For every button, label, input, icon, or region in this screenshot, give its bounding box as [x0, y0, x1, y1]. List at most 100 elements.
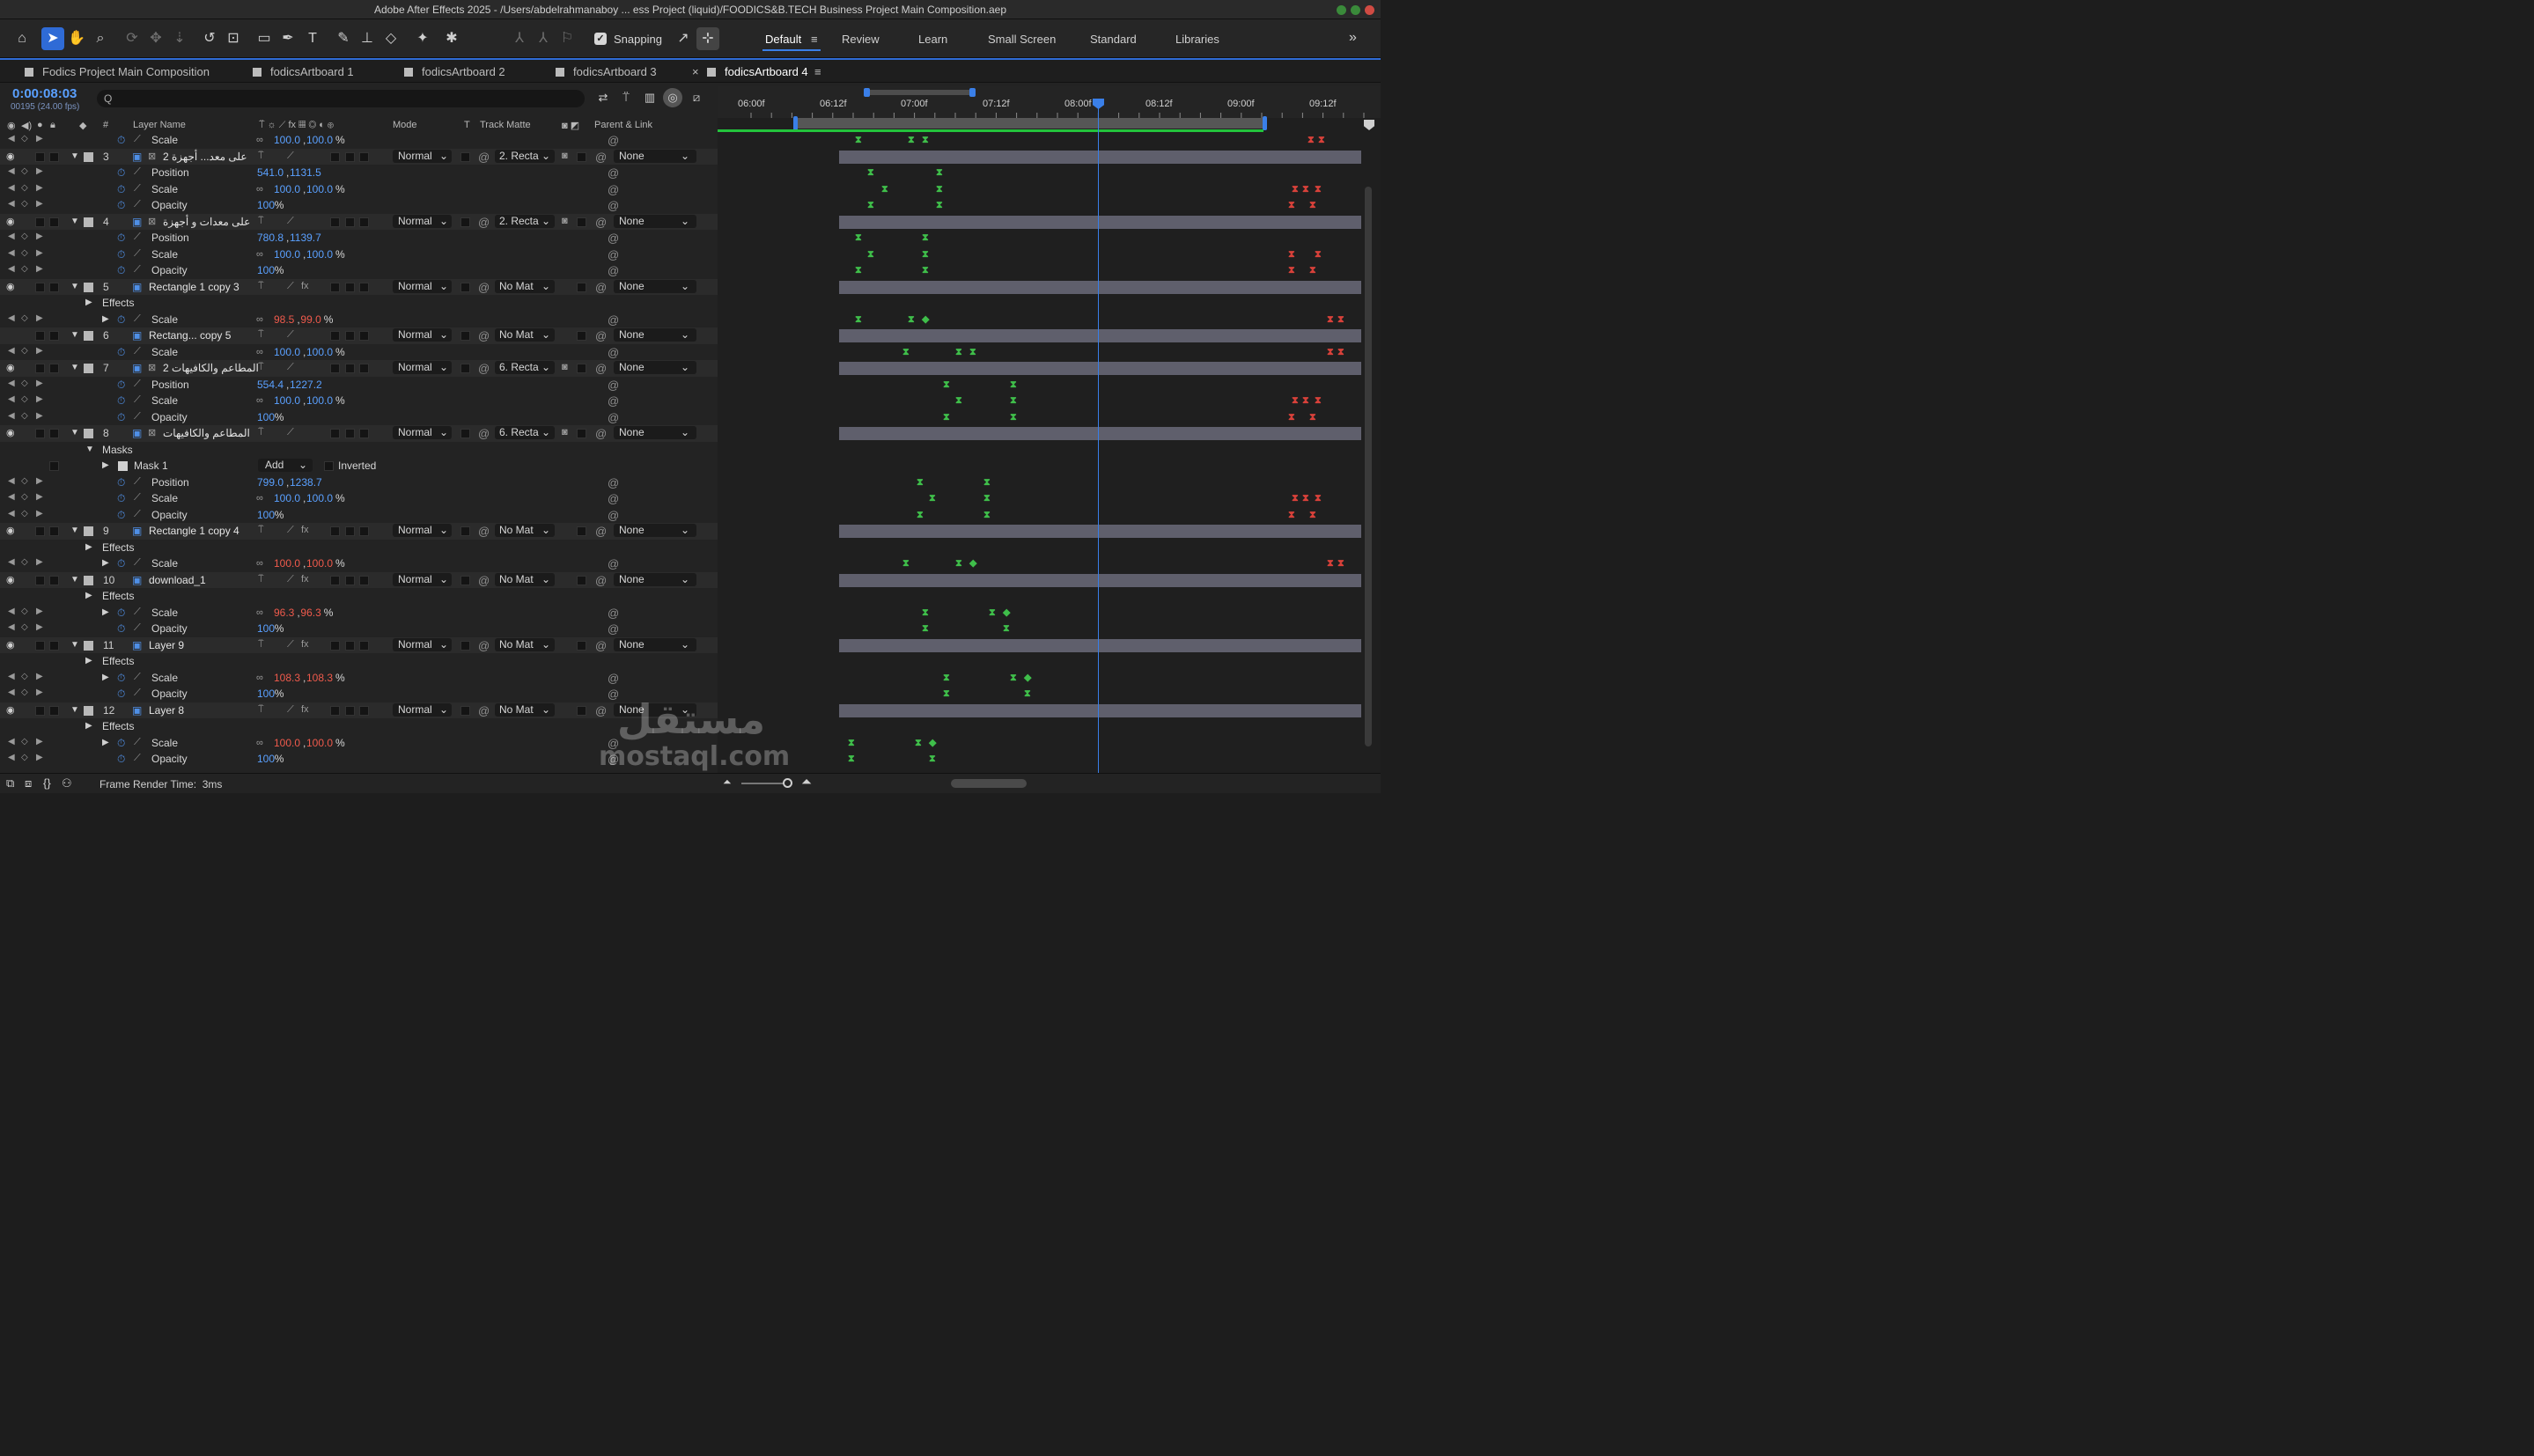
- invert-matte-switch[interactable]: [577, 331, 586, 341]
- keyframe[interactable]: ⧗: [1010, 379, 1017, 390]
- motion-blur-switch[interactable]: [345, 151, 355, 162]
- lock-switch[interactable]: [49, 429, 59, 438]
- parent-dropdown[interactable]: None ⌄: [614, 361, 696, 374]
- work-area-bar[interactable]: [795, 118, 1264, 129]
- stopwatch-icon[interactable]: ⏱: [117, 509, 125, 522]
- keyframe[interactable]: ⧗: [1309, 201, 1316, 210]
- invert-matte-switch[interactable]: [577, 705, 586, 716]
- property-value[interactable]: 96.3: [300, 607, 320, 619]
- matte-pick-whip-icon[interactable]: @: [478, 151, 490, 164]
- workspace-small-screen[interactable]: Small Screen: [988, 33, 1056, 46]
- keyframe[interactable]: ⧗: [955, 396, 962, 406]
- property-value[interactable]: 100.0: [274, 394, 300, 407]
- quality-switch-icon[interactable]: ⟋: [287, 151, 294, 162]
- parent-pick-whip-icon[interactable]: @: [595, 639, 607, 652]
- visibility-eye-icon[interactable]: ◉: [6, 281, 15, 292]
- twirl-open-icon[interactable]: ▼: [70, 151, 79, 161]
- keyframe[interactable]: ⧗: [922, 266, 929, 276]
- next-keyframe-icon[interactable]: ▶: [36, 183, 43, 193]
- parent-dropdown[interactable]: None ⌄: [614, 214, 696, 228]
- label-color-swatch[interactable]: [84, 217, 93, 227]
- preserve-transparency-switch[interactable]: [460, 640, 470, 651]
- next-keyframe-icon[interactable]: ▶: [36, 134, 43, 143]
- shy-switch-icon[interactable]: ⍡: [258, 704, 264, 716]
- property-value[interactable]: 99.0: [300, 313, 320, 326]
- solo-switch[interactable]: [35, 705, 45, 716]
- tab-artboard-3[interactable]: fodicsArtboard 3: [556, 65, 657, 78]
- property-value[interactable]: 100.0: [274, 134, 300, 146]
- window-zoom-button[interactable]: [1351, 5, 1360, 15]
- property-value[interactable]: 100.0: [306, 737, 333, 749]
- invert-matte-switch[interactable]: [577, 151, 586, 162]
- property-value[interactable]: 100.0: [274, 248, 300, 261]
- visibility-eye-icon[interactable]: ◉: [6, 216, 15, 227]
- zoom-in-icon[interactable]: ⏶: [801, 775, 812, 790]
- next-keyframe-icon[interactable]: ▶: [36, 622, 43, 632]
- blending-mode-dropdown[interactable]: Normal ⌄: [393, 214, 452, 228]
- property-value[interactable]: 100.0: [274, 346, 300, 358]
- twirl-closed-icon[interactable]: ▶: [85, 542, 92, 552]
- next-keyframe-icon[interactable]: ▶: [36, 737, 43, 746]
- next-keyframe-icon[interactable]: ▶: [36, 557, 43, 567]
- next-keyframe-icon[interactable]: ▶: [36, 264, 43, 274]
- home-icon[interactable]: ⌂: [11, 27, 33, 50]
- frame-blend-switch[interactable]: [330, 575, 340, 585]
- keyframe[interactable]: ⧗: [1010, 396, 1017, 406]
- keyframe[interactable]: ⧗: [1315, 184, 1322, 195]
- track-matte-dropdown[interactable]: 6. Recta ⌄: [495, 426, 555, 439]
- twirl-open-icon[interactable]: ▼: [70, 363, 79, 372]
- constrain-proportions-icon[interactable]: ∞: [256, 738, 263, 748]
- blending-mode-dropdown[interactable]: Normal ⌄: [393, 149, 452, 163]
- twirl-closed-icon[interactable]: ▶: [102, 673, 109, 682]
- motion-blur-switch[interactable]: [345, 331, 355, 341]
- graph-icon[interactable]: ⟋: [134, 248, 141, 260]
- add-keyframe-icon[interactable]: ◇: [21, 199, 28, 209]
- alpha-matte-icon[interactable]: ◙: [562, 362, 568, 372]
- graph-icon[interactable]: ⟋: [134, 346, 141, 357]
- constrain-proportions-icon[interactable]: ∞: [256, 673, 263, 683]
- parent-pick-whip-icon[interactable]: @: [595, 362, 607, 375]
- lock-switch[interactable]: [49, 151, 59, 162]
- layer-duration-bar[interactable]: [839, 427, 1361, 440]
- keyframe[interactable]: ⧗: [969, 347, 976, 357]
- frame-blend-switch[interactable]: [330, 640, 340, 651]
- mask-name[interactable]: Mask 1: [134, 460, 168, 472]
- layer-duration-bar[interactable]: [839, 573, 1361, 587]
- layer-duration-bar[interactable]: [839, 329, 1361, 342]
- tab-artboard-1[interactable]: fodicsArtboard 1: [253, 65, 354, 78]
- stopwatch-icon[interactable]: ⏱: [117, 166, 125, 180]
- quality-switch-icon[interactable]: ⟋: [287, 281, 294, 292]
- expression-pick-whip-icon[interactable]: @: [608, 672, 619, 685]
- graph-icon[interactable]: ⟋: [134, 134, 141, 145]
- adjustment-layer-switch[interactable]: [359, 429, 369, 438]
- brush-tool-icon[interactable]: ✎: [332, 27, 355, 50]
- blending-mode-dropdown[interactable]: Normal ⌄: [393, 637, 452, 651]
- next-keyframe-icon[interactable]: ▶: [36, 166, 43, 176]
- property-value[interactable]: 1131.5: [290, 166, 321, 179]
- zoom-tool-icon[interactable]: ⌕: [89, 27, 112, 50]
- previous-keyframe-icon[interactable]: ◀: [8, 183, 15, 193]
- matte-pick-whip-icon[interactable]: @: [478, 574, 490, 587]
- adjustment-layer-switch[interactable]: [359, 575, 369, 585]
- keyframe[interactable]: ⧗: [1309, 266, 1316, 276]
- layer-switches-toggle-icon[interactable]: ⧈: [25, 776, 32, 791]
- keyframe[interactable]: ◆: [929, 738, 936, 748]
- twirl-open-icon[interactable]: ▼: [70, 217, 79, 226]
- next-keyframe-icon[interactable]: ▶: [36, 313, 43, 323]
- stopwatch-icon[interactable]: ⏱: [117, 476, 125, 489]
- property-value[interactable]: 100: [257, 411, 275, 423]
- keyframe[interactable]: ⧗: [1315, 396, 1322, 406]
- parent-pick-whip-icon[interactable]: @: [595, 281, 607, 294]
- next-keyframe-icon[interactable]: ▶: [36, 492, 43, 502]
- previous-keyframe-icon[interactable]: ◀: [8, 199, 15, 209]
- frame-blend-switch[interactable]: [330, 705, 340, 716]
- graph-icon[interactable]: ⟋: [134, 753, 141, 764]
- track-matte-dropdown[interactable]: No Mat ⌄: [495, 637, 555, 651]
- layer-name[interactable]: المطاعم والكافيهات: [163, 427, 250, 439]
- preserve-transparency-switch[interactable]: [460, 282, 470, 292]
- property-value[interactable]: 541.0: [257, 166, 284, 179]
- quality-switch-icon[interactable]: ⟋: [287, 329, 294, 341]
- track-matte-dropdown[interactable]: 2. Recta ⌄: [495, 214, 555, 228]
- constrain-proportions-icon[interactable]: ∞: [256, 249, 263, 260]
- effects-switch-icon[interactable]: fx: [301, 281, 309, 291]
